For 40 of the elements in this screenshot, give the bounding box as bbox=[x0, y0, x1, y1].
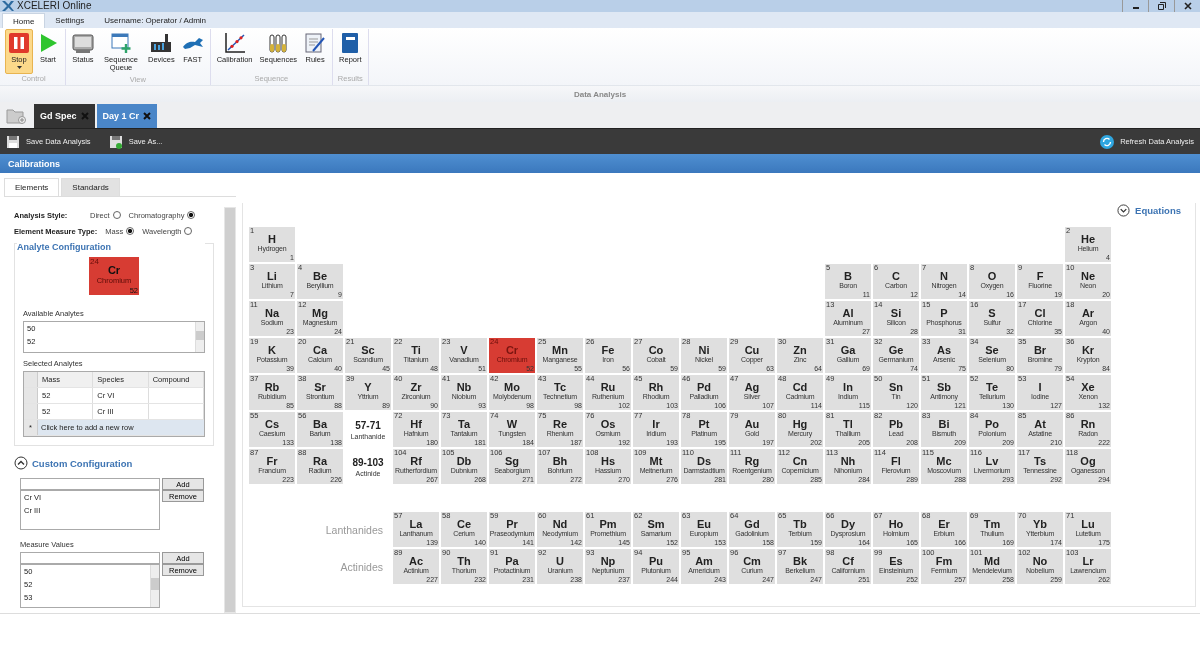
equations-toggle[interactable]: Equations bbox=[1111, 203, 1187, 218]
document-tab[interactable]: Day 1 Cr bbox=[96, 104, 158, 128]
instrument-icon bbox=[150, 32, 173, 54]
monitor-icon bbox=[72, 32, 94, 54]
close-icon[interactable] bbox=[143, 112, 152, 120]
menu-tab[interactable]: Username: Operator / Admin bbox=[94, 13, 217, 28]
expand-icon bbox=[1117, 204, 1131, 217]
collapse-icon[interactable] bbox=[14, 456, 28, 470]
input-field[interactable] bbox=[20, 552, 160, 564]
sub-tab[interactable]: Standards bbox=[61, 178, 120, 196]
series-label: Actinides bbox=[339, 560, 384, 573]
sub-tab[interactable]: Elements bbox=[4, 178, 60, 196]
scrollbar[interactable] bbox=[150, 565, 159, 607]
caret-icon bbox=[16, 66, 22, 69]
folder-plus-icon[interactable] bbox=[6, 108, 26, 124]
scrollbar[interactable] bbox=[224, 207, 236, 613]
scrollbar[interactable] bbox=[195, 322, 204, 352]
page-title: Data Analysis bbox=[573, 89, 627, 99]
save-icon bbox=[108, 134, 123, 149]
group-title: Analyte Configuration bbox=[17, 242, 205, 252]
close-icon bbox=[1183, 2, 1192, 10]
restore-icon bbox=[1157, 2, 1166, 10]
series-label: Lanthanides bbox=[324, 523, 384, 536]
menu-tab[interactable]: Settings bbox=[45, 13, 95, 28]
test-tubes-icon bbox=[267, 32, 290, 54]
pause-icon bbox=[8, 32, 30, 54]
window-title: XCELERI Online bbox=[17, 0, 92, 12]
refresh-icon bbox=[1100, 134, 1115, 149]
menu-tab[interactable]: Home bbox=[2, 13, 46, 28]
input-field[interactable] bbox=[20, 478, 160, 490]
logo-icon bbox=[2, 1, 14, 11]
document-tab[interactable]: Gd Spec bbox=[34, 104, 95, 128]
document-pen-icon bbox=[304, 32, 327, 54]
window-plus-icon bbox=[110, 32, 132, 54]
save-icon bbox=[6, 134, 20, 149]
section-heading: Custom Configuration bbox=[32, 457, 133, 469]
section-title: Calibrations bbox=[8, 158, 60, 169]
number-range: 57-71 bbox=[355, 419, 381, 431]
number-range: 89-103 bbox=[352, 456, 384, 468]
line-chart-icon bbox=[223, 32, 246, 54]
